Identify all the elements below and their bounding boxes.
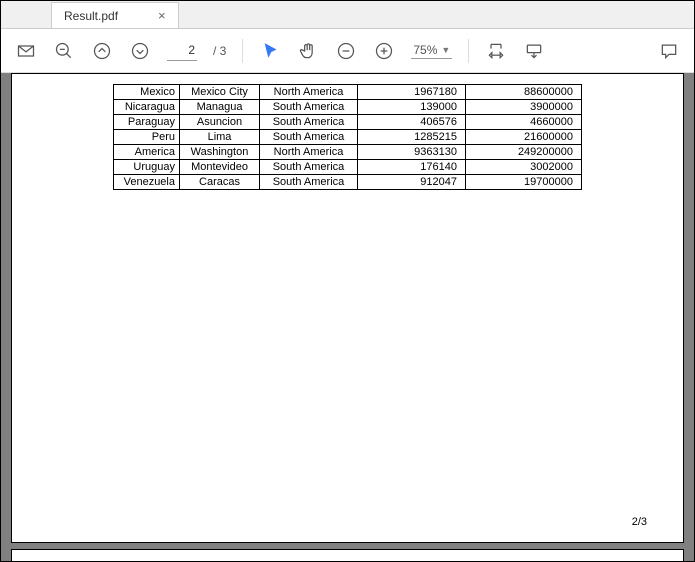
table-cell: Montevideo bbox=[180, 160, 260, 175]
table-cell: 176140 bbox=[358, 160, 466, 175]
table-cell: 88600000 bbox=[466, 85, 582, 100]
chevron-down-icon: ▼ bbox=[441, 45, 450, 55]
table-row: VenezuelaCaracasSouth America91204719700… bbox=[114, 175, 582, 190]
pdf-viewer: MexicoMexico CityNorth America1967180886… bbox=[1, 73, 694, 561]
page-input[interactable] bbox=[167, 41, 197, 61]
table-cell: America bbox=[114, 145, 180, 160]
zoom-out-search-icon[interactable] bbox=[53, 40, 75, 62]
table-row: PeruLimaSouth America128521521600000 bbox=[114, 130, 582, 145]
table-row: UruguayMontevideoSouth America1761403002… bbox=[114, 160, 582, 175]
select-cursor-icon[interactable] bbox=[259, 40, 281, 62]
table-cell: 1285215 bbox=[358, 130, 466, 145]
table-row: ParaguayAsuncionSouth America40657646600… bbox=[114, 115, 582, 130]
table-cell: South America bbox=[260, 175, 358, 190]
table-cell: Peru bbox=[114, 130, 180, 145]
table-row: MexicoMexico CityNorth America1967180886… bbox=[114, 85, 582, 100]
table-cell: 19700000 bbox=[466, 175, 582, 190]
tab-title: Result.pdf bbox=[64, 9, 118, 23]
table-cell: 139000 bbox=[358, 100, 466, 115]
zoom-out-icon[interactable] bbox=[335, 40, 357, 62]
tab-bar: Result.pdf × bbox=[1, 1, 694, 29]
table-cell: 3002000 bbox=[466, 160, 582, 175]
table-cell: South America bbox=[260, 115, 358, 130]
table-row: AmericaWashingtonNorth America9363130249… bbox=[114, 145, 582, 160]
table-cell: Nicaragua bbox=[114, 100, 180, 115]
pdf-page-3: Evaluation Warning : The document was cr… bbox=[11, 549, 684, 561]
keyboard-icon[interactable] bbox=[523, 40, 545, 62]
table-cell: Uruguay bbox=[114, 160, 180, 175]
comment-icon[interactable] bbox=[658, 40, 680, 62]
table-cell: 21600000 bbox=[466, 130, 582, 145]
table-cell: Paraguay bbox=[114, 115, 180, 130]
table-cell: North America bbox=[260, 85, 358, 100]
zoom-in-icon[interactable] bbox=[373, 40, 395, 62]
close-icon[interactable]: × bbox=[158, 8, 166, 23]
table-cell: 9363130 bbox=[358, 145, 466, 160]
email-icon[interactable] bbox=[15, 40, 37, 62]
toolbar: / 3 75% ▼ bbox=[1, 29, 694, 73]
table-cell: Venezuela bbox=[114, 175, 180, 190]
table-cell: Mexico City bbox=[180, 85, 260, 100]
table-cell: 912047 bbox=[358, 175, 466, 190]
fit-width-icon[interactable] bbox=[485, 40, 507, 62]
tab-result[interactable]: Result.pdf × bbox=[51, 2, 179, 28]
page-up-icon[interactable] bbox=[91, 40, 113, 62]
table-cell: Caracas bbox=[180, 175, 260, 190]
table-cell: 3900000 bbox=[466, 100, 582, 115]
pdf-page-2: MexicoMexico CityNorth America1967180886… bbox=[11, 73, 684, 543]
table-row: NicaraguaManaguaSouth America13900039000… bbox=[114, 100, 582, 115]
table-cell: Managua bbox=[180, 100, 260, 115]
table-cell: South America bbox=[260, 160, 358, 175]
zoom-value: 75% bbox=[413, 43, 437, 57]
hand-icon[interactable] bbox=[297, 40, 319, 62]
table-cell: Asuncion bbox=[180, 115, 260, 130]
data-table: MexicoMexico CityNorth America1967180886… bbox=[113, 84, 582, 190]
table-cell: 1967180 bbox=[358, 85, 466, 100]
table-cell: Washington bbox=[180, 145, 260, 160]
table-cell: 249200000 bbox=[466, 145, 582, 160]
table-cell: Mexico bbox=[114, 85, 180, 100]
table-cell: North America bbox=[260, 145, 358, 160]
table-cell: South America bbox=[260, 100, 358, 115]
zoom-select[interactable]: 75% ▼ bbox=[411, 43, 452, 59]
page-footer: 2/3 bbox=[632, 516, 647, 528]
separator bbox=[468, 39, 469, 63]
page-down-icon[interactable] bbox=[129, 40, 151, 62]
table-cell: 4660000 bbox=[466, 115, 582, 130]
table-cell: Lima bbox=[180, 130, 260, 145]
table-cell: South America bbox=[260, 130, 358, 145]
separator bbox=[242, 39, 243, 63]
table-cell: 406576 bbox=[358, 115, 466, 130]
page-total: / 3 bbox=[213, 44, 226, 58]
